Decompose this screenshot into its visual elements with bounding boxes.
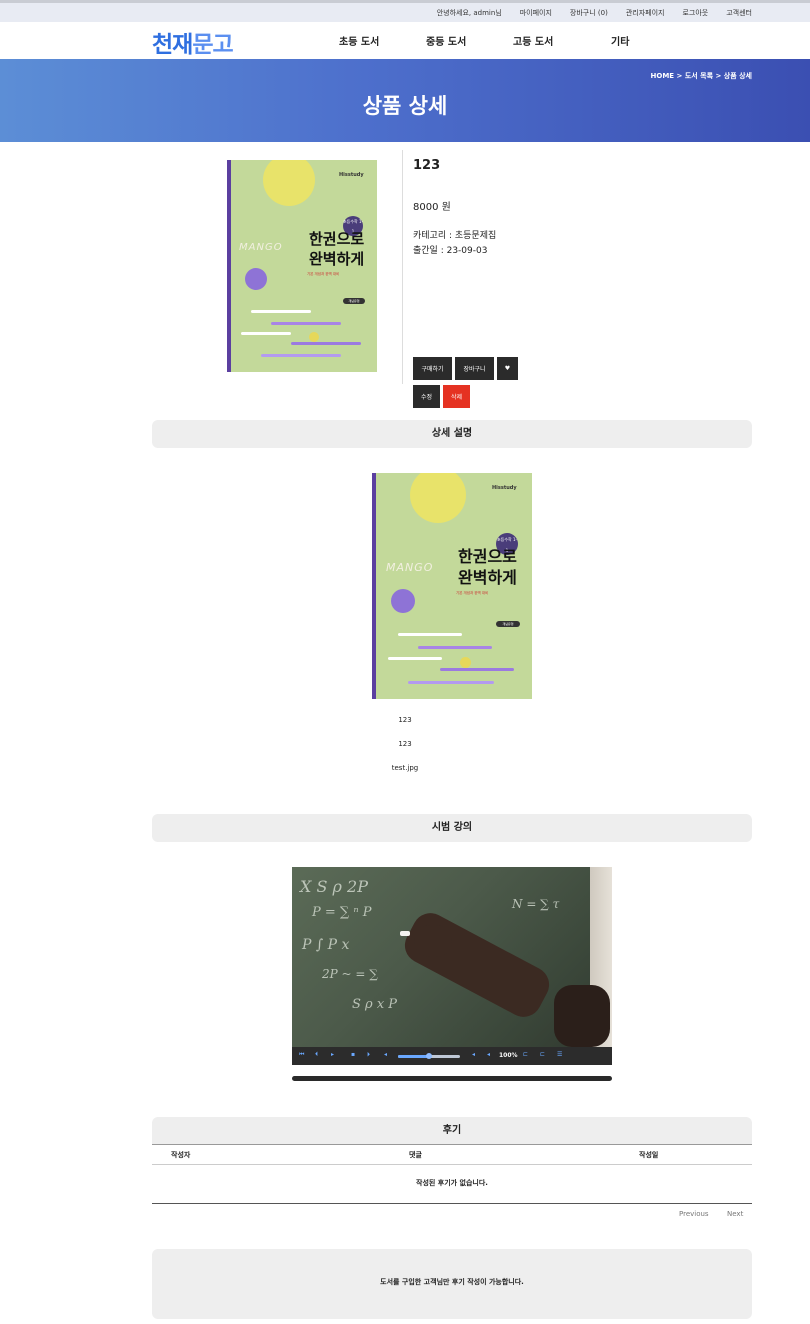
cover-subtitle: 기본 개념과 완벽 대비	[456, 591, 489, 595]
volume-percent: 100%	[499, 1052, 518, 1059]
utility-bar: 안녕하세요, admin님 마이페이지 장바구니 (0) 관리자페이지 로그아웃…	[0, 3, 810, 22]
detail-text-2: 123	[398, 740, 412, 748]
page-banner: HOME > 도서 목록 > 상품 상세 상품 상세	[0, 59, 810, 142]
next-icon[interactable]: ⏵	[367, 1051, 370, 1059]
volume-down-icon[interactable]: ◂	[472, 1051, 475, 1058]
breadcrumb-home[interactable]: HOME	[651, 72, 675, 80]
vertical-divider	[402, 150, 403, 384]
site-logo[interactable]: 천재문고	[152, 25, 234, 59]
delete-button[interactable]: 삭제	[443, 385, 470, 408]
wishlist-heart-button[interactable]: ♥	[497, 357, 518, 380]
cover-title-line2: 완벽하게	[458, 568, 517, 587]
stop-icon[interactable]: ▪	[351, 1051, 355, 1058]
next-page-link[interactable]: Next	[727, 1210, 743, 1218]
lecture-video-player[interactable]: X S ρ 2P P = ∑ ⁿ P P ∫ P x 2P ~ = ∑ S ρ …	[292, 867, 612, 1065]
breadcrumb-separator: >	[713, 72, 724, 80]
breadcrumb: HOME > 도서 목록 > 상품 상세	[651, 71, 752, 81]
customer-center-link[interactable]: 고객센터	[726, 8, 752, 18]
nav-high[interactable]: 고등 도서	[513, 33, 553, 48]
breadcrumb-book-list[interactable]: 도서 목록	[685, 72, 713, 80]
play-icon[interactable]: ▸	[331, 1051, 334, 1058]
detail-section-heading: 상세 설명	[152, 420, 752, 448]
cover-brand: Hisstudy	[492, 485, 517, 491]
column-date: 작성일	[639, 1151, 659, 1159]
fullscreen-icon[interactable]: ☰	[557, 1051, 562, 1058]
cover-pill: 개념유형	[496, 621, 520, 627]
cover-title-line1: 한권으로	[309, 230, 365, 248]
previous-page-link[interactable]: Previous	[679, 1210, 709, 1218]
volume-slider[interactable]	[398, 1053, 460, 1059]
table-header-divider	[152, 1164, 752, 1165]
logo-part-1: 천재	[152, 32, 193, 58]
main-navigation: 천재문고 초등 도서 중등 도서 고등 도서 기타	[0, 22, 810, 59]
breadcrumb-separator: >	[674, 72, 685, 80]
review-notice: 도서를 구입한 고객님만 후기 작성이 가능합니다.	[152, 1249, 752, 1319]
caption-icon[interactable]: ⊏	[523, 1051, 528, 1058]
review-section-heading: 후기	[152, 1117, 752, 1145]
logout-link[interactable]: 로그아웃	[682, 8, 708, 18]
page-title: 상품 상세	[362, 94, 448, 118]
detail-text-1: 123	[398, 716, 412, 724]
product-release-date: 출간일 : 23-09-03	[413, 246, 488, 256]
greeting-text: 안녕하세요, admin님	[436, 8, 502, 17]
product-cover-image: Hisstudy 초등수학 1-1 한권으로 완벽하게 기본 개념과 완벽 대비…	[227, 160, 377, 372]
nav-etc[interactable]: 기타	[611, 33, 629, 48]
mypage-link[interactable]: 마이페이지	[520, 8, 552, 18]
table-bottom-divider	[152, 1203, 752, 1204]
lecture-section-heading: 시범 강의	[152, 814, 752, 842]
product-name: 123	[413, 158, 441, 173]
nav-middle[interactable]: 중등 도서	[426, 33, 466, 48]
cart-link[interactable]: 장바구니 (0)	[570, 8, 608, 18]
cover-mango-text: MANGO	[239, 242, 283, 253]
cover-brand: Hisstudy	[339, 172, 364, 178]
cover-subtitle: 기본 개념과 완벽 대비	[307, 272, 340, 276]
video-controls: ⏮ ⏴ ▸ ▪ ⏵ ◂ ◂ ◂ 100% ⊏ ⊏ ☰	[292, 1047, 612, 1065]
cover-pill: 개념유형	[343, 298, 365, 304]
detail-cover-image: Hisstudy 초등수학 1-1 한권으로 완벽하게 기본 개념과 완벽 대비…	[372, 473, 532, 699]
video-progress-bar[interactable]	[292, 1076, 612, 1081]
product-category: 카테고리 : 초등문제집	[413, 231, 497, 241]
product-price: 8000 원	[413, 202, 451, 213]
skip-back-icon[interactable]: ⏮	[299, 1051, 304, 1059]
edit-button[interactable]: 수정	[413, 385, 440, 408]
buy-button[interactable]: 구매하기	[413, 357, 452, 380]
nav-elementary[interactable]: 초등 도서	[339, 33, 379, 48]
admin-page-link[interactable]: 관리자페이지	[626, 8, 665, 18]
previous-icon[interactable]: ⏴	[315, 1051, 318, 1059]
volume-up-icon[interactable]: ◂	[487, 1051, 490, 1058]
detail-file-name: test.jpg	[391, 764, 419, 772]
logo-part-2: 문고	[192, 32, 233, 58]
volume-icon[interactable]: ◂	[384, 1051, 387, 1058]
column-author: 작성자	[171, 1151, 191, 1159]
cover-title-line2: 완벽하게	[309, 250, 365, 268]
settings-icon[interactable]: ⊏	[540, 1051, 545, 1058]
column-comment: 댓글	[409, 1151, 422, 1159]
add-to-cart-button[interactable]: 장바구니	[455, 357, 494, 380]
cover-mango-text: MANGO	[386, 561, 434, 574]
breadcrumb-current: 상품 상세	[723, 72, 752, 80]
cover-title-line1: 한권으로	[458, 547, 517, 566]
empty-review-message: 작성된 후기가 없습니다.	[416, 1179, 488, 1187]
